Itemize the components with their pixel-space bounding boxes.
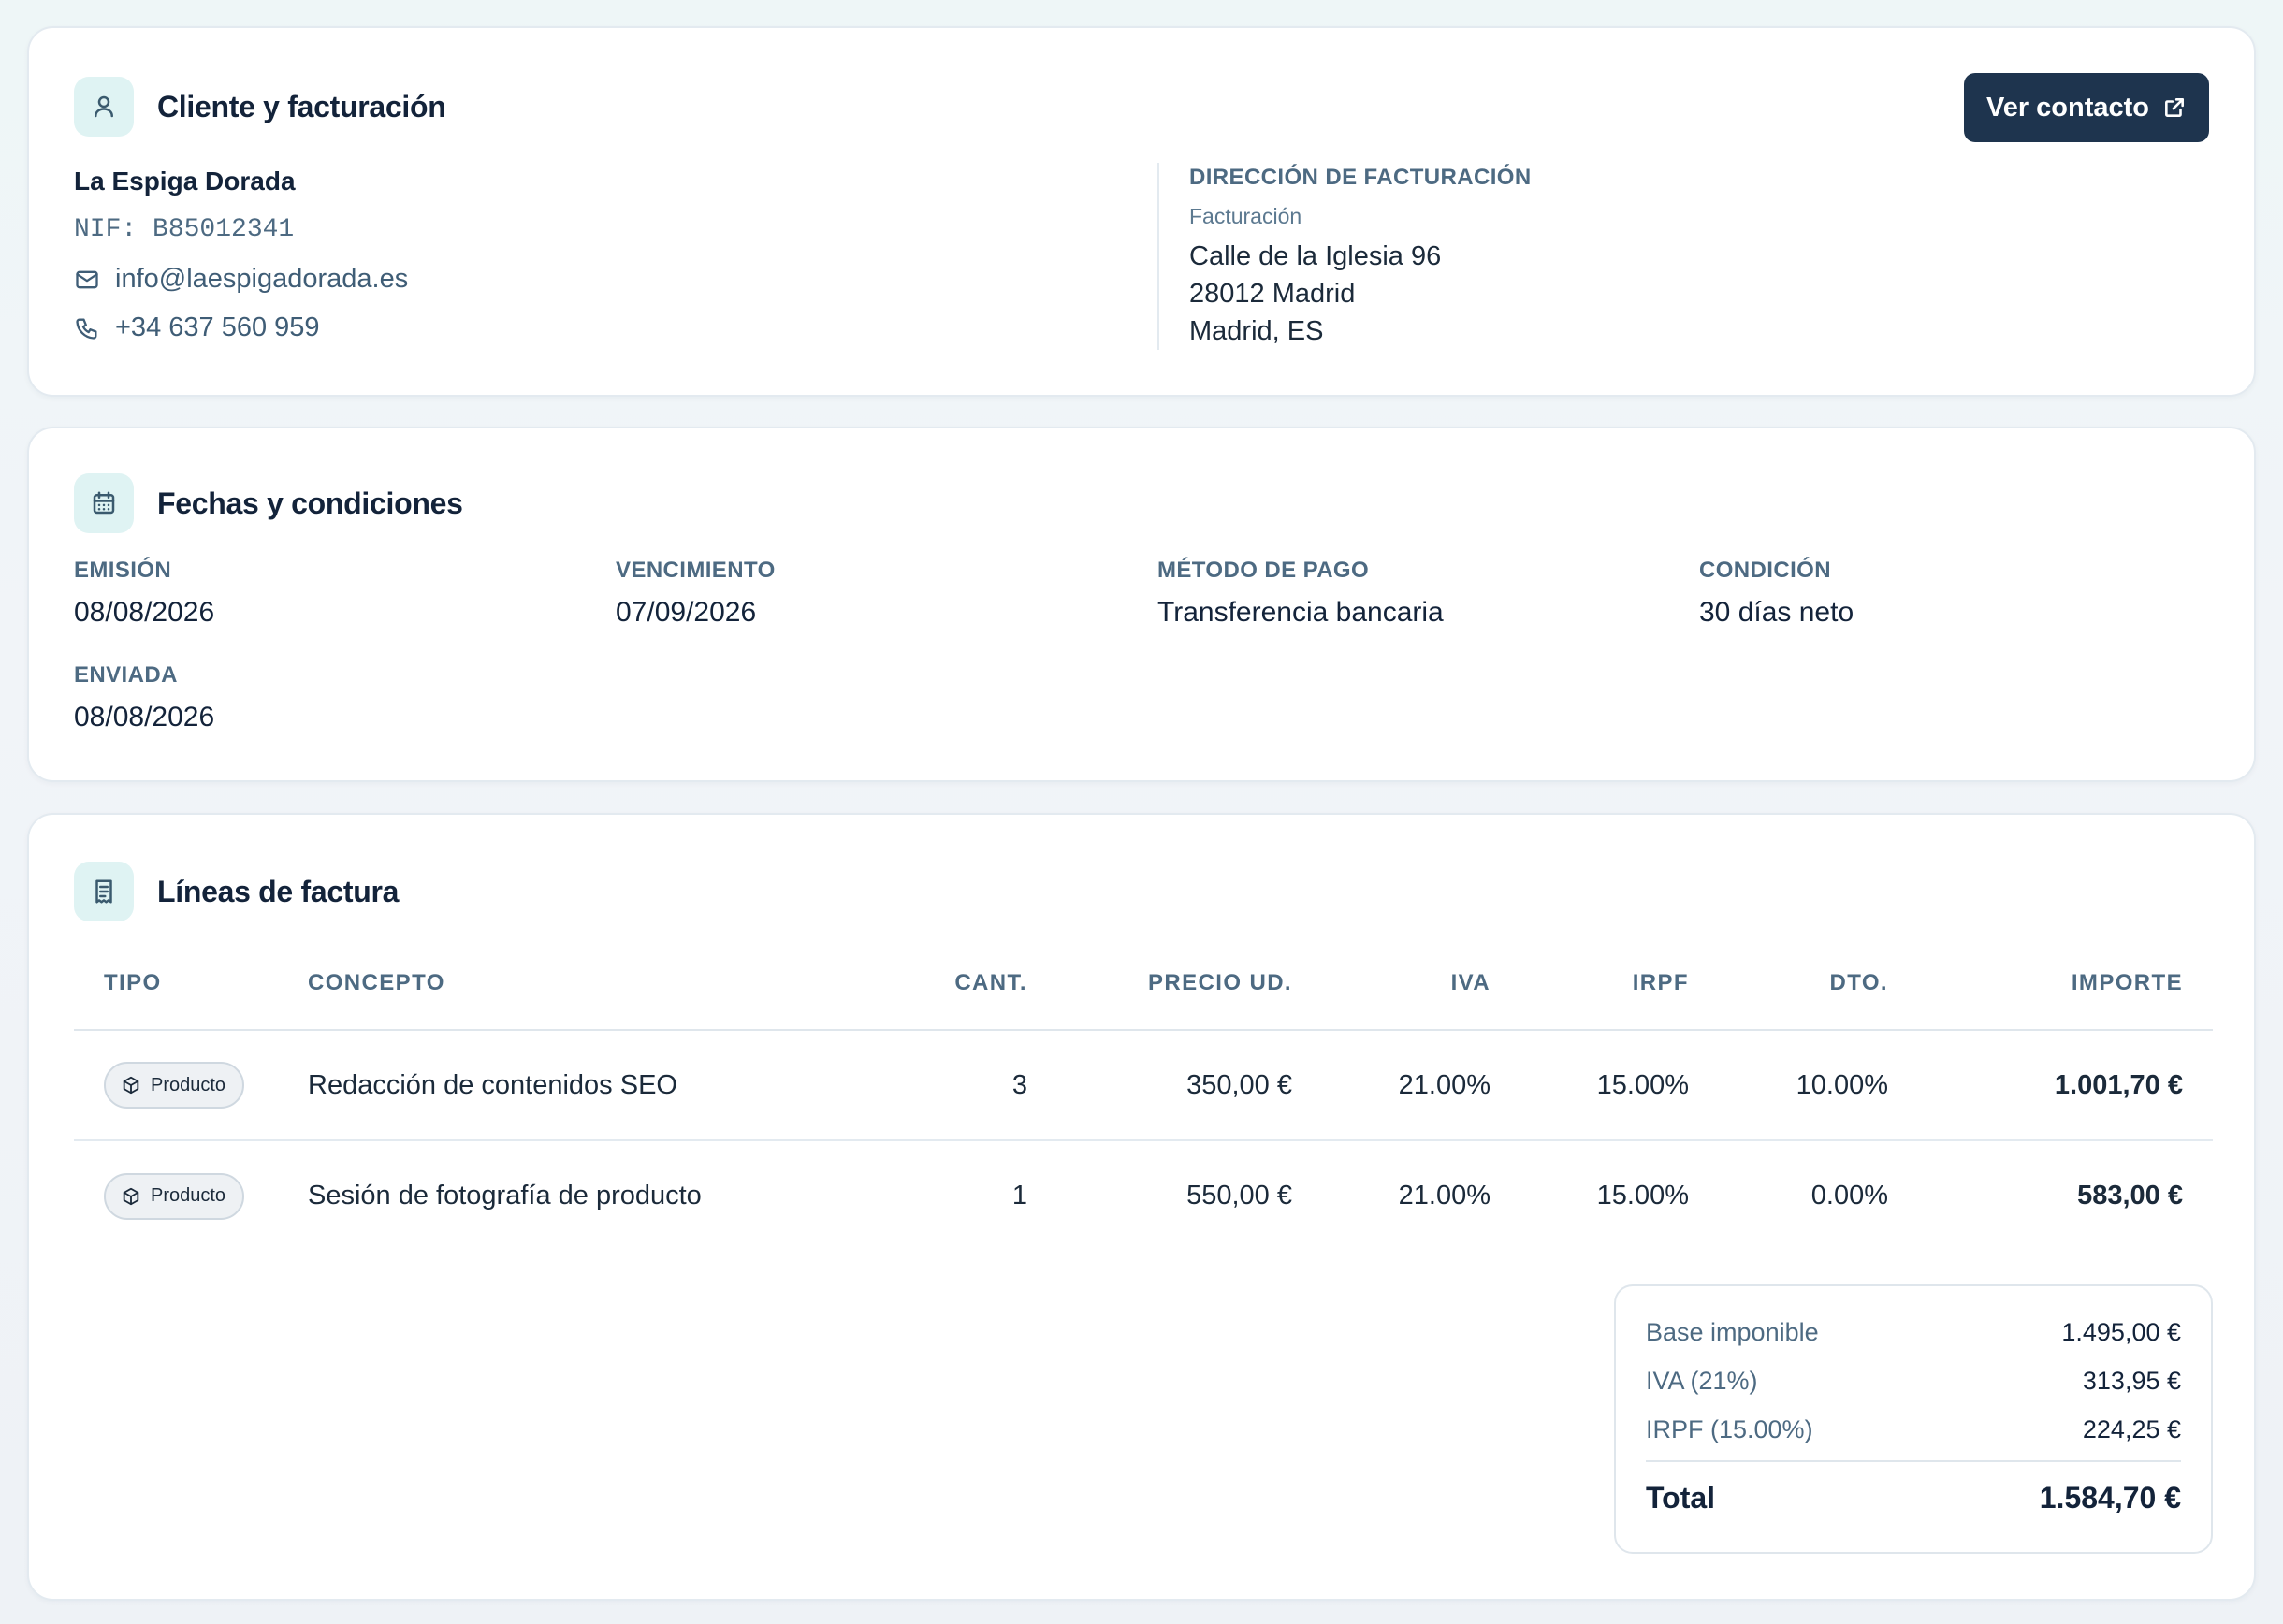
row-unit-price: 350,00 € — [1186, 1069, 1292, 1100]
user-icon — [74, 77, 134, 137]
column-header-qty: CANT. — [830, 936, 1057, 1031]
client-card-header: Cliente y facturación — [74, 77, 446, 137]
view-contact-button[interactable]: Ver contacto — [1964, 73, 2209, 142]
billing-address-title: DIRECCIÓN DE FACTURACIÓN — [1189, 165, 1532, 190]
client-card-title: Cliente y facturación — [157, 89, 446, 123]
due-date-label: VENCIMIENTO — [616, 558, 776, 583]
grand-total-label: Total — [1646, 1481, 1716, 1515]
package-icon — [123, 1187, 139, 1205]
client-billing-card: Cliente y facturación Ver contacto La Es… — [27, 26, 2256, 397]
billing-address-line: 28012 Madrid — [1189, 279, 1356, 309]
product-type-badge: Producto — [104, 1062, 245, 1109]
badge-label: Producto — [151, 1074, 226, 1095]
view-contact-label: Ver contacto — [1985, 92, 2150, 123]
column-header-concept: CONCEPTO — [278, 936, 830, 1031]
calendar-icon — [74, 473, 134, 533]
client-email[interactable]: info@laespigadorada.es — [115, 264, 408, 295]
section-divider — [1157, 163, 1159, 350]
row-type-cell: Producto — [74, 1139, 278, 1251]
row-vat: 21.00% — [1322, 1139, 1520, 1251]
dates-card-title: Fechas y condiciones — [157, 486, 463, 520]
package-icon — [123, 1076, 139, 1095]
grand-total-value: 1.584,70 € — [2039, 1481, 2181, 1515]
totals-summary: Base imponible 1.495,00 € IVA (21%) 313,… — [1614, 1284, 2213, 1554]
row-amount: 583,00 € — [1918, 1139, 2213, 1251]
row-discount: 0.00% — [1719, 1139, 1918, 1251]
payment-terms-value: 30 días neto — [1699, 597, 1854, 628]
lines-card-header: Líneas de factura — [74, 862, 399, 921]
column-header-amount: IMPORTE — [1918, 936, 2213, 1031]
taxable-base-value: 1.495,00 € — [2061, 1318, 2181, 1346]
sent-date-value: 08/08/2026 — [74, 702, 215, 732]
receipt-icon — [74, 862, 134, 921]
table-header-row: TIPO CONCEPTO CANT. PRECIO UD. IVA IRPF … — [74, 936, 2213, 1031]
row-type-cell: Producto — [74, 1030, 278, 1140]
irpf-total-label: IRPF (15.00%) — [1646, 1415, 1813, 1443]
row-amount: 1.001,70 € — [2054, 1069, 2183, 1100]
invoice-lines-card: Líneas de factura TIPO CONCEPTO CANT. PR… — [27, 813, 2256, 1601]
product-type-badge: Producto — [104, 1172, 245, 1220]
row-concept: Redacción de contenidos SEO — [308, 1069, 677, 1100]
external-link-icon — [2165, 98, 2184, 117]
badge-label: Producto — [151, 1185, 226, 1206]
dates-card-header: Fechas y condiciones — [74, 473, 463, 533]
column-header-vat: IVA — [1322, 936, 1520, 1031]
invoice-lines-table: TIPO CONCEPTO CANT. PRECIO UD. IVA IRPF … — [74, 936, 2213, 1251]
client-nif: NIF: B85012341 — [74, 215, 295, 244]
client-phone-row[interactable]: +34 637 560 959 — [74, 312, 320, 343]
row-qty: 1 — [830, 1139, 1057, 1251]
mail-icon — [76, 270, 98, 288]
dates-terms-card: Fechas y condiciones EMISIÓN 08/08/2026 … — [27, 427, 2256, 782]
row-irpf: 15.00% — [1520, 1139, 1719, 1251]
billing-address-line: Calle de la Iglesia 96 — [1189, 241, 1442, 271]
billing-address-line: Madrid, ES — [1189, 316, 1324, 346]
table-row[interactable]: Producto Sesión de fotografía de product… — [74, 1139, 2213, 1251]
lines-card-title: Líneas de factura — [157, 874, 400, 908]
due-date-value: 07/09/2026 — [616, 597, 757, 628]
payment-method-label: MÉTODO DE PAGO — [1157, 558, 1370, 583]
billing-address-subtitle: Facturación — [1189, 204, 1302, 228]
column-header-type: TIPO — [74, 936, 278, 1031]
vat-total-row: IVA (21%) 313,95 € — [1646, 1367, 2181, 1396]
phone-icon — [76, 318, 97, 340]
client-phone[interactable]: +34 637 560 959 — [115, 312, 320, 343]
row-irpf: 15.00% — [1596, 1069, 1689, 1100]
issue-date-label: EMISIÓN — [74, 558, 172, 583]
irpf-total-row: IRPF (15.00%) 224,25 € — [1646, 1415, 2181, 1444]
row-vat: 21.00% — [1398, 1069, 1490, 1100]
taxable-base-label: Base imponible — [1646, 1318, 1819, 1346]
totals-divider — [1646, 1460, 2181, 1462]
vat-total-value: 313,95 € — [2082, 1367, 2181, 1395]
grand-total-row: Total 1.584,70 € — [1646, 1481, 2181, 1515]
vat-total-label: IVA (21%) — [1646, 1367, 1758, 1395]
column-header-discount: DTO. — [1719, 936, 1918, 1031]
row-discount: 10.00% — [1796, 1069, 1888, 1100]
sent-date-label: ENVIADA — [74, 662, 178, 688]
column-header-unit-price: PRECIO UD. — [1057, 936, 1322, 1031]
payment-method-value: Transferencia bancaria — [1157, 597, 1444, 628]
row-qty: 3 — [1011, 1069, 1027, 1100]
client-email-row[interactable]: info@laespigadorada.es — [74, 264, 408, 295]
table-row[interactable]: Producto Redacción de contenidos SEO 3 3… — [74, 1030, 2213, 1140]
taxable-base-row: Base imponible 1.495,00 € — [1646, 1318, 2181, 1347]
payment-terms-label: CONDICIÓN — [1699, 558, 1831, 583]
client-name: La Espiga Dorada — [74, 167, 296, 196]
issue-date-value: 08/08/2026 — [74, 597, 215, 628]
irpf-total-value: 224,25 € — [2082, 1415, 2181, 1443]
row-unit-price: 550,00 € — [1057, 1139, 1322, 1251]
column-header-irpf: IRPF — [1520, 936, 1719, 1031]
row-concept: Sesión de fotografía de producto — [278, 1139, 830, 1251]
